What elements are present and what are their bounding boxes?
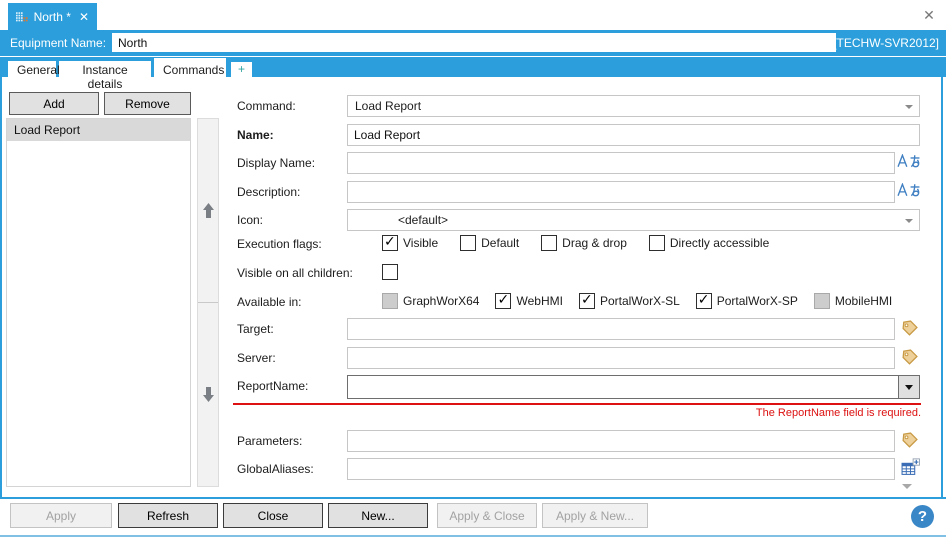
- global-aliases-input[interactable]: [347, 458, 895, 480]
- command-select[interactable]: Load Report: [347, 95, 920, 117]
- chevron-down-icon: [905, 385, 913, 390]
- chevron-down-icon: [905, 219, 913, 223]
- move-up-button[interactable]: [198, 119, 218, 303]
- parameters-input[interactable]: [347, 430, 895, 452]
- command-label: Command:: [237, 99, 296, 113]
- move-down-button[interactable]: [198, 303, 218, 486]
- tab-instance-details[interactable]: Instance details: [59, 61, 151, 78]
- checkbox-directly-accessible[interactable]: [649, 235, 665, 251]
- localization-icon[interactable]: [897, 183, 923, 201]
- checkbox-label: Drag & drop: [562, 236, 627, 250]
- description-input[interactable]: [347, 181, 895, 203]
- target-label: Target:: [237, 322, 274, 336]
- checkbox-label: MobileHMI: [835, 294, 892, 308]
- checkbox-label: PortalWorX-SL: [600, 294, 680, 308]
- equipment-name-bar: Equipment Name: [TECHW-SVR2012]: [0, 30, 946, 56]
- apply-and-close-button: Apply & Close: [437, 503, 537, 528]
- checkbox-label: PortalWorX-SP: [717, 294, 798, 308]
- global-aliases-label: GlobalAliases:: [237, 462, 314, 476]
- display-name-label: Display Name:: [237, 156, 315, 170]
- icon-value: <default>: [398, 213, 448, 227]
- chevron-down-icon: [905, 105, 913, 109]
- dropdown-button[interactable]: [898, 376, 919, 398]
- parameters-label: Parameters:: [237, 434, 302, 448]
- equipment-name-label: Equipment Name:: [10, 36, 106, 50]
- checkbox-mobilehmi: [814, 293, 830, 309]
- list-item-load-report[interactable]: Load Report: [7, 119, 190, 141]
- checkbox-portalworx-sp[interactable]: [696, 293, 712, 309]
- apply-button: Apply: [10, 503, 112, 528]
- server-input[interactable]: [347, 347, 895, 369]
- document-tab-title: North *: [34, 10, 71, 24]
- visible-on-all-children-label: Visible on all children:: [237, 266, 353, 280]
- document-tab-close-icon[interactable]: ✕: [79, 10, 89, 24]
- arrow-up-icon: [202, 202, 215, 219]
- checkbox-label: WebHMI: [516, 294, 562, 308]
- localization-icon[interactable]: [897, 154, 923, 172]
- commands-list: Load Report: [6, 118, 191, 487]
- tab-strip: General Instance details Commands +: [0, 57, 946, 77]
- tab-general[interactable]: General: [8, 61, 56, 78]
- checkbox-label: Visible: [403, 236, 438, 250]
- equipment-commands-window: North * ✕ ✕ Equipment Name: [TECHW-SVR20…: [0, 0, 946, 540]
- icon-label: Icon:: [237, 213, 263, 227]
- checkbox-label: Directly accessible: [670, 236, 769, 250]
- document-tab-bar: North * ✕ ✕: [0, 0, 946, 30]
- tag-picker-icon[interactable]: [901, 320, 927, 338]
- close-button[interactable]: Close: [223, 503, 323, 528]
- refresh-button[interactable]: Refresh: [118, 503, 218, 528]
- checkbox-visible-on-all-children[interactable]: [382, 264, 398, 280]
- frame-border-right: [941, 57, 943, 537]
- report-name-label: ReportName:: [237, 379, 308, 393]
- scroll-down-hint-icon: [902, 484, 912, 489]
- target-input[interactable]: [347, 318, 895, 340]
- checkbox-label: GraphWorX64: [403, 294, 479, 308]
- server-name-badge: [TECHW-SVR2012]: [833, 36, 939, 50]
- checkbox-portalworx-sl[interactable]: [579, 293, 595, 309]
- add-tab-button[interactable]: +: [231, 62, 252, 77]
- checkbox-graphworx64: [382, 293, 398, 309]
- equipment-name-input[interactable]: [112, 33, 836, 52]
- add-command-button[interactable]: Add: [9, 92, 99, 115]
- new-button[interactable]: New...: [328, 503, 428, 528]
- name-input[interactable]: [347, 124, 920, 146]
- available-in-label: Available in:: [237, 295, 302, 309]
- frame-border-left: [0, 57, 2, 537]
- checkbox-webhmi[interactable]: [495, 293, 511, 309]
- footer-button-bar: Apply Refresh Close New... Apply & Close…: [0, 499, 946, 535]
- command-value: Load Report: [355, 99, 421, 113]
- reorder-strip: [197, 118, 219, 487]
- checkbox-default[interactable]: [460, 235, 476, 251]
- alias-grid-icon[interactable]: [901, 458, 927, 476]
- tab-commands[interactable]: Commands: [154, 58, 226, 83]
- tag-picker-icon[interactable]: [901, 432, 927, 450]
- validation-underline: [233, 403, 921, 405]
- display-name-input[interactable]: [347, 152, 895, 174]
- name-label: Name:: [237, 128, 274, 142]
- equipment-building-icon: [16, 11, 28, 23]
- description-label: Description:: [237, 185, 300, 199]
- help-button[interactable]: ?: [911, 505, 934, 528]
- remove-command-button[interactable]: Remove: [104, 92, 191, 115]
- checkbox-label: Default: [481, 236, 519, 250]
- tag-picker-icon[interactable]: [901, 349, 927, 367]
- window-close-icon[interactable]: ✕: [921, 7, 937, 23]
- apply-and-new-button: Apply & New...: [542, 503, 648, 528]
- frame-border-bottom: [0, 535, 946, 537]
- validation-message: The ReportName field is required.: [237, 407, 921, 419]
- icon-select[interactable]: <default>: [347, 209, 920, 231]
- execution-flags-label: Execution flags:: [237, 237, 322, 251]
- arrow-down-icon: [202, 386, 215, 403]
- report-name-select[interactable]: [347, 375, 920, 399]
- checkbox-visible[interactable]: [382, 235, 398, 251]
- checkbox-drag-drop[interactable]: [541, 235, 557, 251]
- document-tab-north[interactable]: North * ✕: [8, 3, 97, 30]
- server-label: Server:: [237, 351, 276, 365]
